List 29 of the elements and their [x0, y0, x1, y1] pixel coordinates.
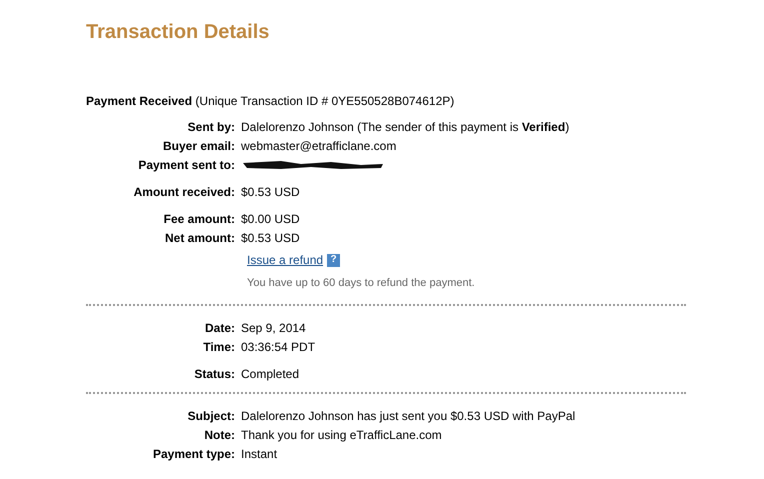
help-icon[interactable]: ? — [327, 254, 340, 266]
field-value: Dalelorenzo Johnson has just sent you $0.53 USD with PayPal — [241, 408, 576, 425]
field-label: Subject: — [186, 408, 236, 425]
field-label: Status: — [193, 366, 236, 383]
field-label: Net amount: — [164, 230, 236, 246]
field-label: Note: — [203, 427, 236, 444]
field-label: Payment sent to: — [137, 156, 236, 174]
field-label: Amount received: — [132, 184, 236, 200]
issue-refund-link[interactable]: Issue a refund — [247, 251, 324, 269]
field-value: Thank you for using eTrafficLane.com — [241, 427, 442, 444]
field-label: Time: — [202, 339, 236, 356]
field-label: Fee amount: — [162, 210, 236, 228]
payment-received-label: Payment Received — [86, 94, 192, 108]
page-title: Transaction Details — [86, 20, 270, 45]
field-label: Buyer email: — [162, 138, 236, 154]
field-label: Payment type: — [152, 446, 236, 463]
field-value: $0.53 USD — [241, 230, 300, 246]
field-value: $0.53 USD — [241, 184, 300, 200]
field-value: $0.00 USD — [241, 210, 300, 228]
field-value: Completed — [241, 366, 300, 383]
refund-note: You have up to 60 days to refund the payment. — [247, 276, 476, 291]
field-label: Sent by: — [186, 118, 236, 136]
field-value: Dalelorenzo Johnson (The sender of this payment is Verified) — [241, 118, 570, 136]
field-value: Sep 9, 2014 — [241, 320, 306, 337]
field-label: Date: — [204, 320, 236, 337]
field-value: 03:36:54 PDT — [241, 339, 316, 356]
transaction-id: (Unique Transaction ID # 0YE550528B074612P) — [195, 94, 454, 108]
field-value: webmaster@etrafficlane.com — [241, 138, 396, 154]
field-value: Instant — [241, 446, 278, 463]
